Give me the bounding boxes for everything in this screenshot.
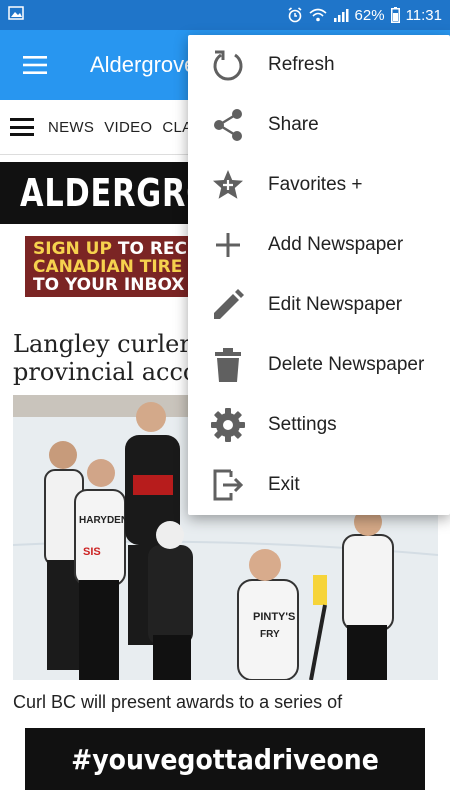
site-nav-video[interactable]: VIDEO [104,119,152,136]
star-icon [188,155,268,215]
exit-icon [188,455,268,515]
battery-icon [390,7,400,23]
menu-item-label: Edit Newspaper [268,294,403,315]
svg-text:PINTY'S: PINTY'S [253,611,295,623]
status-indicators: 62% 11:31 [287,7,442,24]
svg-text:SIS: SIS [83,546,101,558]
pencil-icon [188,275,268,335]
screen: 62% 11:31 Aldergrove NEWS VIDEO CLA ALDE… [0,0,450,800]
menu-item-add-newspaper[interactable]: Add Newspaper [188,215,450,275]
signal-icon [333,8,349,22]
share-icon [188,95,268,155]
menu-item-label: Share [268,114,319,135]
gallery-notification-icon [8,6,24,24]
plus-icon [188,215,268,275]
menu-item-refresh[interactable]: Refresh [188,35,450,95]
site-menu-icon[interactable] [10,115,34,139]
svg-text:HARYDEN: HARYDEN [79,515,128,526]
menu-item-label: Delete Newspaper [268,354,425,375]
menu-item-delete-newspaper[interactable]: Delete Newspaper [188,335,450,395]
site-nav-news[interactable]: NEWS [48,119,94,136]
alarm-icon [287,7,303,23]
nav-drawer-button[interactable] [0,30,70,100]
trash-icon [188,335,268,395]
bottom-ad-text: #youvegottadriveone [71,742,379,776]
menu-item-label: Settings [268,414,337,435]
menu-item-share[interactable]: Share [188,95,450,155]
hamburger-icon [23,56,47,74]
menu-item-edit-newspaper[interactable]: Edit Newspaper [188,275,450,335]
article-summary[interactable]: Curl BC will present awards to a series … [13,692,443,713]
menu-item-favorites[interactable]: Favorites + [188,155,450,215]
menu-item-settings[interactable]: Settings [188,395,450,455]
wifi-icon [309,8,327,22]
refresh-icon [188,35,268,95]
menu-item-exit[interactable]: Exit [188,455,450,515]
svg-text:FRY: FRY [260,629,280,640]
app-title: Aldergrove [90,52,197,77]
overflow-menu: Refresh Share Favorites + Add Newspaper [188,35,450,515]
status-bar: 62% 11:31 [0,0,450,30]
bottom-ad-banner[interactable]: #youvegottadriveone [25,728,425,790]
battery-percent: 62% [354,6,385,24]
menu-item-label: Exit [268,474,300,495]
menu-item-label: Favorites + [268,174,363,195]
clock: 11:31 [405,6,442,24]
menu-item-label: Refresh [268,54,335,75]
gear-icon [188,395,268,455]
menu-item-label: Add Newspaper [268,234,404,255]
